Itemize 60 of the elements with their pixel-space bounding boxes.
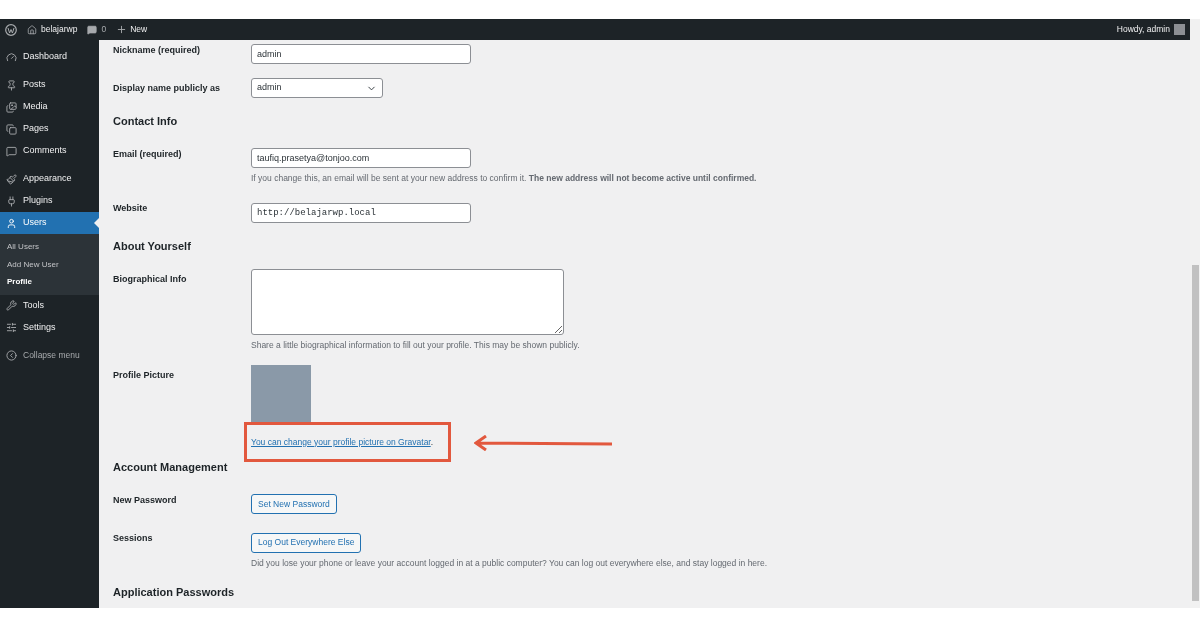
avatar-placeholder	[1174, 24, 1185, 35]
sliders-icon	[6, 322, 17, 333]
submenu-item[interactable]: All Users	[0, 238, 99, 256]
sidebar-item[interactable]: Pages	[0, 118, 99, 140]
section-heading: Account Management	[113, 460, 228, 475]
wrench-icon	[6, 300, 17, 311]
text-field[interactable]: taufiq.prasetya@tonjoo.com	[251, 148, 471, 168]
section-heading: About Yourself	[113, 239, 191, 254]
home-icon	[27, 24, 37, 35]
field-label: Display name publicly as	[113, 82, 222, 95]
gravatar-text: You can change your profile picture on Gravatar.	[251, 435, 434, 449]
site-link[interactable]: belajarwp	[27, 23, 78, 36]
sidebar-item[interactable]: Tools	[0, 294, 99, 317]
scrollbar-thumb[interactable]	[1191, 265, 1199, 601]
new-link[interactable]: New	[116, 23, 148, 36]
collapse-menu-button[interactable]: Collapse menu	[0, 344, 99, 367]
field-label: Profile Picture	[113, 369, 176, 382]
person-icon	[6, 217, 17, 229]
field-hint: Share a little biographical information to fill out your profile. This may be shown publicly.	[251, 339, 580, 351]
sidebar-item[interactable]: Appearance	[0, 168, 99, 190]
chevron-left-icon	[6, 350, 17, 361]
field-label: Website	[113, 202, 149, 215]
speech-bubble-icon	[87, 24, 98, 35]
submenu-item[interactable]: Profile	[0, 273, 99, 291]
pages-icon	[6, 123, 17, 135]
sidebar-item[interactable]: Settings	[0, 316, 99, 339]
sidebar-item[interactable]: Users	[0, 212, 99, 234]
comments-link[interactable]: 0	[87, 23, 107, 36]
field-label: Nickname (required)	[113, 44, 202, 57]
text-area[interactable]	[251, 269, 564, 335]
logo-icon[interactable]	[5, 23, 17, 36]
secondary-button[interactable]: Set New Password	[251, 494, 337, 515]
submenu-item[interactable]: Add New User	[0, 255, 99, 273]
section-heading: Application Passwords	[113, 584, 235, 600]
field-hint: Did you lose your phone or leave your account logged in at a public computer? You can log out everywhere else, and stay logged in here.	[251, 556, 767, 569]
text-field[interactable]: admin	[251, 44, 471, 64]
sidebar-item[interactable]: Dashboard	[0, 46, 99, 68]
section-heading: Contact Info	[113, 114, 178, 129]
photo-placeholder	[251, 365, 311, 422]
sidebar-item[interactable]: Media	[0, 96, 99, 118]
sidebar-item[interactable]: Plugins	[0, 190, 99, 212]
secondary-button[interactable]: Log Out Everywhere Else	[251, 532, 362, 553]
field-label: Sessions	[113, 532, 154, 546]
field-hint: If you change this, an email will be sent at your new address to confirm it. The new address will not become active until confirmed.	[251, 172, 757, 184]
plus-icon	[116, 24, 128, 35]
media-icon	[6, 101, 17, 113]
sidebar-item[interactable]: Posts	[0, 74, 99, 96]
field-label: New Password	[113, 494, 178, 507]
field-label: Biographical Info	[113, 273, 188, 286]
pin-icon	[6, 79, 17, 91]
text-field[interactable]: http://belajarwp.local	[251, 203, 471, 223]
plug-icon	[6, 195, 17, 207]
gauge-icon	[6, 51, 17, 63]
field-label: Email (required)	[113, 148, 183, 161]
paintbrush-icon	[6, 173, 17, 185]
gravatar-link[interactable]: You can change your profile picture on Gravatar	[251, 436, 431, 447]
account-link[interactable]: Howdy, admin	[1116, 23, 1185, 36]
sidebar-item[interactable]: Comments	[0, 140, 99, 162]
speech-bubble-icon	[6, 145, 17, 157]
select-field[interactable]: admin	[251, 78, 383, 98]
